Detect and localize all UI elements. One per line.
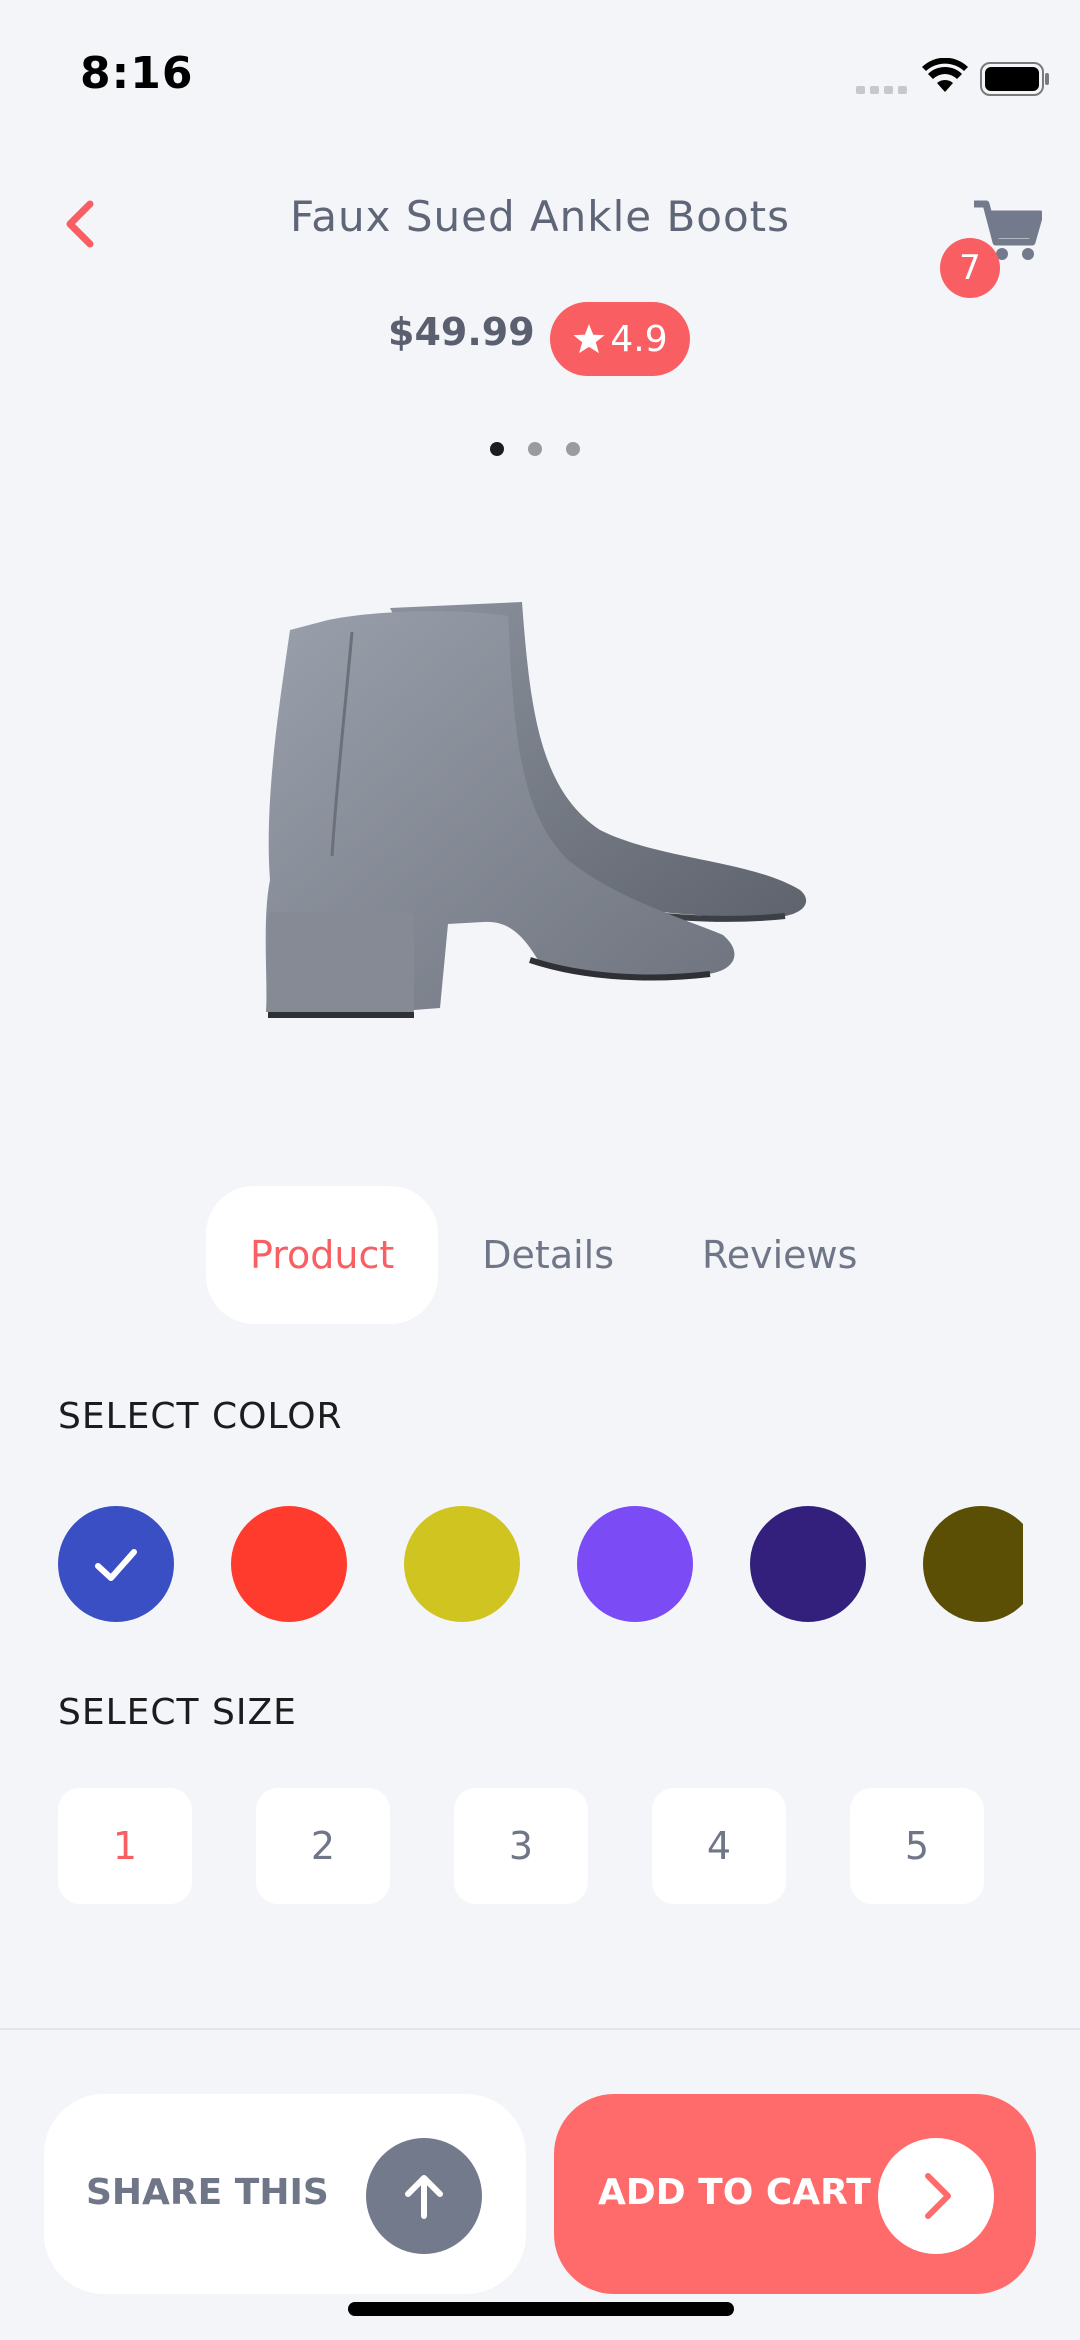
tab-product[interactable]: Product [206, 1186, 439, 1324]
cellular-signal-icon [856, 86, 907, 94]
color-swatch[interactable] [58, 1506, 174, 1622]
add-to-cart-label: ADD TO CART [598, 2172, 871, 2213]
color-swatch[interactable] [231, 1506, 347, 1622]
tab-reviews[interactable]: Reviews [658, 1186, 901, 1324]
size-option-list: 12345 [58, 1788, 1048, 1904]
color-swatch[interactable] [923, 1506, 1023, 1622]
cart-count-badge: 7 [940, 238, 1000, 298]
share-arrow-circle [366, 2138, 482, 2254]
arrow-up-icon [405, 2175, 443, 2219]
product-tabs: Product Details Reviews [206, 1186, 901, 1324]
status-time: 8:16 [80, 48, 194, 99]
divider [0, 2028, 1080, 2030]
add-to-cart-arrow-circle [878, 2138, 994, 2254]
chevron-right-icon [925, 2173, 951, 2219]
color-swatch-list [58, 1506, 1023, 1622]
add-to-cart-button[interactable]: ADD TO CART [554, 2094, 1036, 2294]
color-swatch[interactable] [750, 1506, 866, 1622]
color-swatch[interactable] [404, 1506, 520, 1622]
carousel-dot[interactable] [528, 442, 542, 456]
tab-details[interactable]: Details [438, 1186, 658, 1324]
select-color-label: SELECT COLOR [58, 1396, 343, 1437]
carousel-pagination[interactable] [490, 442, 580, 456]
size-option[interactable]: 1 [58, 1788, 192, 1904]
product-price: $49.99 [388, 310, 535, 354]
page-title: Faux Sued Ankle Boots [289, 192, 791, 241]
battery-icon [980, 62, 1049, 96]
select-size-label: SELECT SIZE [58, 1692, 297, 1733]
color-swatch[interactable] [577, 1506, 693, 1622]
product-image-ankle-boots [265, 602, 807, 1018]
carousel-dot[interactable] [566, 442, 580, 456]
size-option[interactable]: 2 [256, 1788, 390, 1904]
size-option[interactable]: 3 [454, 1788, 588, 1904]
home-indicator[interactable] [348, 2302, 734, 2316]
size-option[interactable]: 4 [652, 1788, 786, 1904]
share-button[interactable]: SHARE THIS [44, 2094, 526, 2294]
carousel-dot[interactable] [490, 442, 504, 456]
wifi-icon [922, 58, 968, 92]
rating-value: 4.9 [610, 318, 668, 360]
size-option[interactable]: 5 [850, 1788, 984, 1904]
rating-badge: 4.9 [550, 302, 690, 376]
star-icon [573, 324, 605, 354]
share-button-label: SHARE THIS [86, 2172, 329, 2213]
checkmark-icon [95, 1549, 137, 1581]
